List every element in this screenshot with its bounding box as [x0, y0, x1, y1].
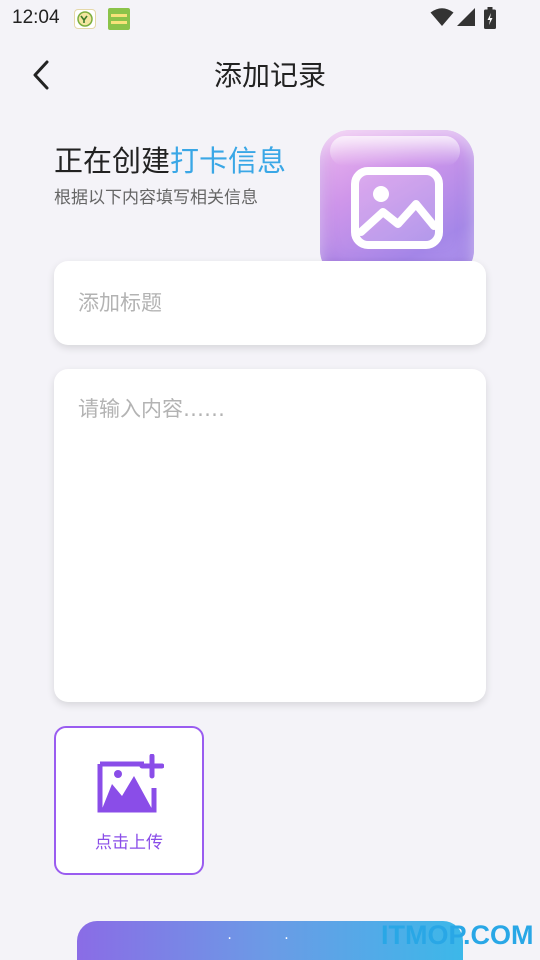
- upload-label: 点击上传: [95, 833, 163, 853]
- intro-subtitle: 根据以下内容填写相关信息: [54, 188, 258, 208]
- content-textarea[interactable]: [78, 393, 468, 683]
- status-bar: 12:04: [0, 0, 540, 36]
- intro-heading-prefix: 正在创建: [54, 144, 171, 178]
- intro-heading: 正在创建打卡信息: [54, 138, 286, 180]
- watermark: ITMOP.COM: [381, 920, 534, 950]
- signal-icon: [457, 8, 475, 26]
- upload-button[interactable]: 点击上传: [54, 726, 204, 875]
- page-title: 添加记录: [213, 59, 326, 92]
- wifi-icon: [430, 8, 454, 26]
- add-image-icon: [97, 754, 164, 813]
- title-card: [54, 261, 486, 345]
- notification-app-icon: [108, 8, 130, 30]
- status-time: 12:04: [12, 7, 60, 28]
- battery-icon: [484, 7, 496, 29]
- hero-image-card: [320, 130, 474, 280]
- image-icon: [351, 167, 443, 249]
- notification-app-icon: [74, 9, 96, 29]
- intro-heading-accent: 打卡信息: [170, 144, 287, 178]
- content-card: [54, 369, 486, 702]
- system-status-icons: [430, 7, 500, 29]
- title-input[interactable]: [78, 283, 468, 323]
